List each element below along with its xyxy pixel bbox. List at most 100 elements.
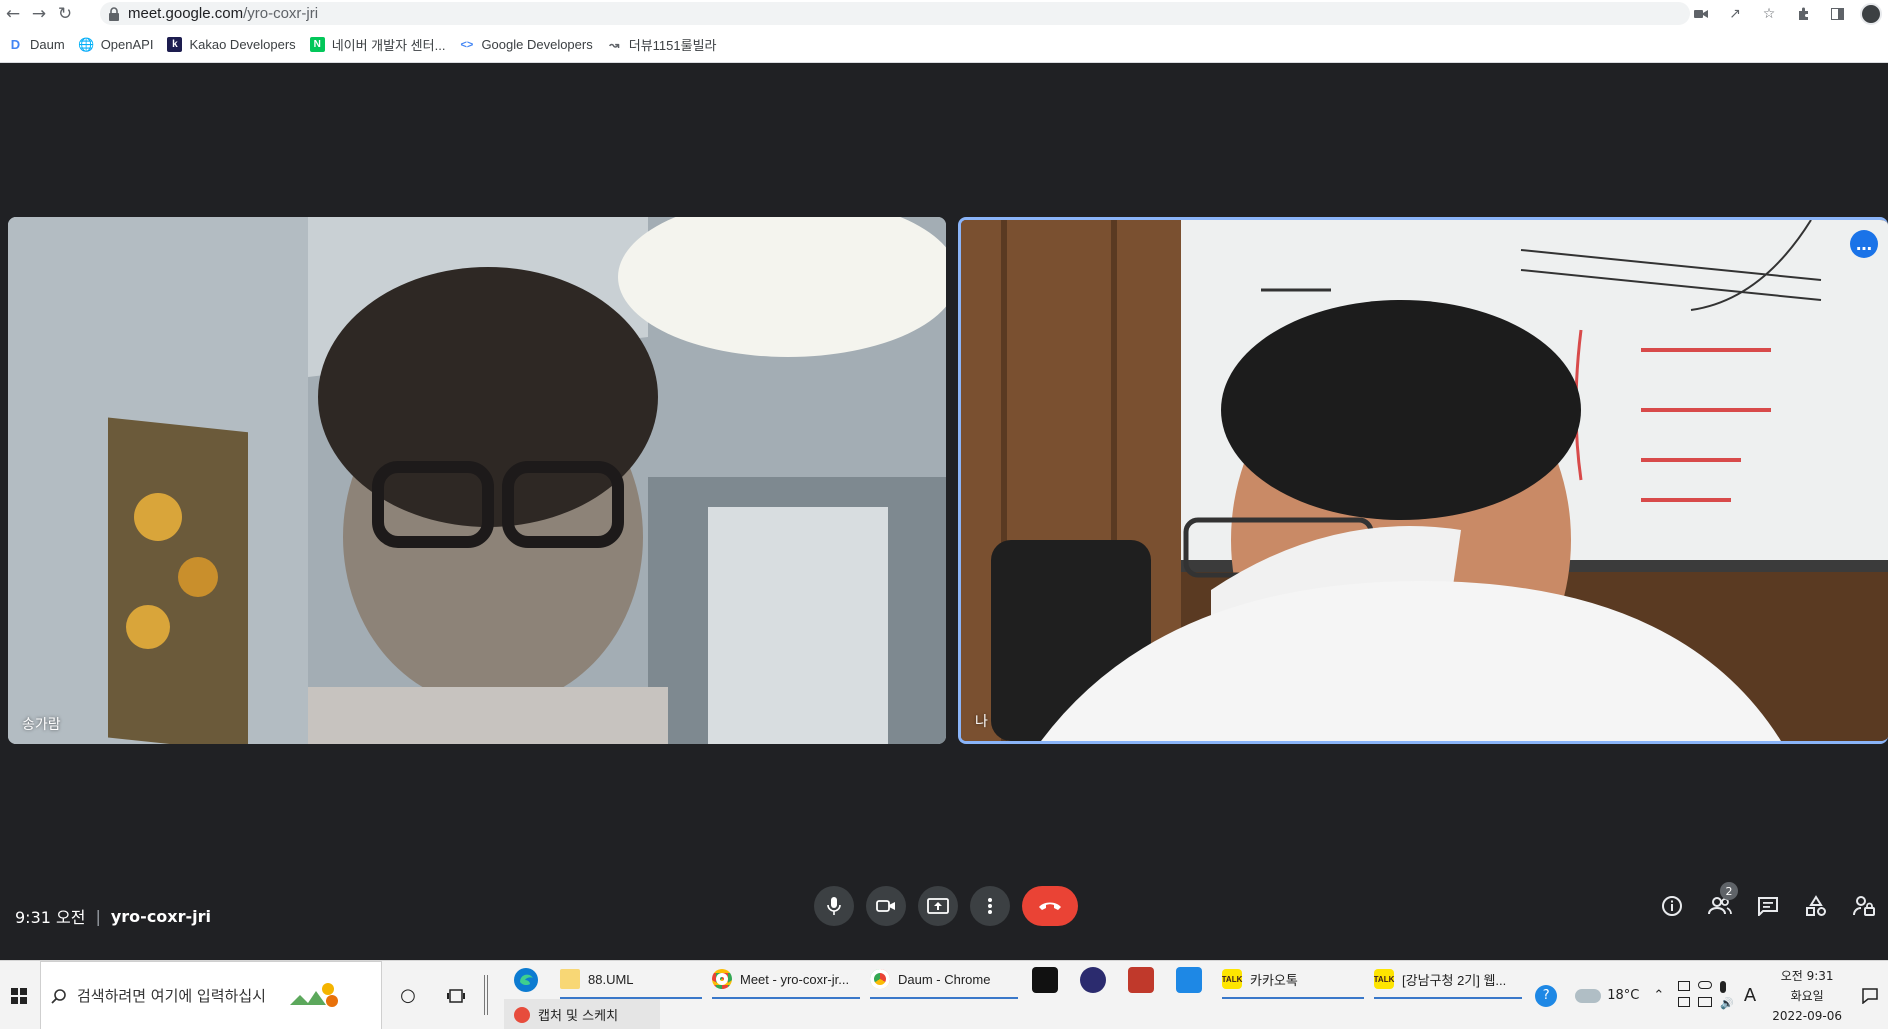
- globe-icon: 🌐: [78, 36, 95, 52]
- side-panel-icon[interactable]: [1820, 0, 1854, 27]
- system-tray: ? 18°C ⌃ 🔊 A 오전 9:31 화요일 2022-09-06: [1535, 961, 1888, 1029]
- eclipse-icon[interactable]: [1080, 967, 1106, 993]
- participant-video-feed: [8, 217, 946, 744]
- mic-tray-icon[interactable]: [1720, 981, 1727, 993]
- meeting-control-bar: 9:31 오전 | yro-coxr-jri 2: [0, 882, 1888, 962]
- activities-button[interactable]: [1792, 886, 1840, 926]
- google-dev-icon: <>: [460, 38, 474, 51]
- call-controls: [814, 886, 1078, 926]
- taskbar-divider: [484, 975, 488, 1015]
- cortana-icon[interactable]: ○: [390, 961, 426, 1029]
- bookmark-naver-developers[interactable]: N 네이버 개발자 센터...: [306, 32, 456, 58]
- book-app-icon[interactable]: [1128, 967, 1154, 993]
- kakaotalk-icon: TALK: [1222, 969, 1242, 989]
- self-video-feed: [961, 220, 1888, 741]
- side-controls: 2: [1648, 882, 1888, 926]
- meeting-details-button[interactable]: [1648, 886, 1696, 926]
- meet-stage: 송가람 … 나 9:31 오전 | yro-coxr-jri 2: [0, 64, 1888, 960]
- microphone-button[interactable]: [814, 886, 854, 926]
- kakao-k-icon: k: [167, 37, 183, 52]
- present-icon: [927, 898, 949, 914]
- clock-date: 2022-09-06: [1772, 1008, 1842, 1023]
- snip-sketch-icon: [514, 1006, 530, 1023]
- camera-button[interactable]: [866, 886, 906, 926]
- more-options-icon[interactable]: …: [1850, 230, 1878, 258]
- naver-icon: N: [309, 37, 325, 52]
- camera-indicator-icon[interactable]: [1684, 0, 1718, 27]
- start-button[interactable]: [0, 961, 38, 1029]
- kakaotalk-icon: TALK: [1374, 969, 1394, 989]
- chevron-up-icon[interactable]: ⌃: [1653, 988, 1664, 1003]
- cloud-icon[interactable]: [1698, 981, 1713, 989]
- lock-person-icon: [1853, 896, 1875, 916]
- leave-call-button[interactable]: [1022, 886, 1078, 926]
- camera-tray-icon[interactable]: [1678, 981, 1691, 991]
- help-icon[interactable]: ?: [1535, 984, 1558, 1007]
- browser-toolbar: ← → ↻ meet.google.com/yro-coxr-jri ↗ ☆: [0, 0, 1888, 27]
- present-screen-button[interactable]: [918, 886, 958, 926]
- share-icon[interactable]: ↗: [1718, 0, 1752, 27]
- tray-icons[interactable]: 🔊: [1678, 981, 1734, 1010]
- chat-icon: [1758, 897, 1778, 916]
- forward-icon[interactable]: →: [26, 0, 52, 27]
- edge-icon[interactable]: [508, 961, 544, 999]
- taskbar-item-meet[interactable]: Meet - yro-coxr-jr...: [712, 961, 860, 999]
- chrome-icon: [870, 969, 890, 989]
- more-vert-icon: [988, 898, 992, 914]
- lock-icon: [109, 6, 119, 21]
- participant-tile[interactable]: 송가람: [8, 217, 946, 744]
- weather-icon[interactable]: [1575, 988, 1602, 1003]
- camera-icon: [876, 900, 895, 912]
- reload-icon[interactable]: ↻: [52, 0, 78, 27]
- chat-button[interactable]: [1744, 886, 1792, 926]
- back-icon[interactable]: ←: [0, 0, 26, 27]
- bookmark-google-developers[interactable]: <> Google Developers: [455, 32, 602, 58]
- taskbar-search[interactable]: 검색하려면 여기에 입력하십시: [40, 961, 382, 1029]
- more-actions-button[interactable]: [970, 886, 1010, 926]
- taskbar-item-kakaotalk-group[interactable]: TALK [강남구청 2기] 웹...: [1374, 961, 1522, 999]
- self-tile[interactable]: … 나: [958, 217, 1888, 744]
- microphone-icon: [827, 897, 841, 915]
- folder-icon: [560, 969, 580, 989]
- taskbar-item-uml-folder[interactable]: 88.UML: [560, 961, 702, 999]
- notification-icon[interactable]: [1852, 987, 1888, 1004]
- chart-icon: ↝: [609, 37, 620, 52]
- profile-avatar[interactable]: [1854, 0, 1888, 27]
- taskbar-item-daum-chrome[interactable]: Daum - Chrome: [870, 961, 1018, 999]
- self-name: 나: [975, 714, 988, 730]
- weather-temp[interactable]: 18°C: [1607, 988, 1639, 1003]
- meeting-code: yro-coxr-jri: [110, 906, 211, 926]
- taskbar-subitem-snip-sketch[interactable]: 캡처 및 스케치: [504, 999, 660, 1029]
- task-view-icon[interactable]: [438, 961, 474, 1029]
- bookmark-openapi[interactable]: 🌐 OpenAPI: [75, 32, 164, 58]
- bookmark-kakao-developers[interactable]: k Kakao Developers: [163, 32, 305, 58]
- search-highlight-icon: [289, 982, 338, 1007]
- search-icon: [51, 988, 66, 1004]
- ime-indicator[interactable]: A: [1744, 985, 1756, 1006]
- host-controls-button[interactable]: [1840, 886, 1888, 926]
- bookmark-theview[interactable]: ↝ 더뷰1151룰빌라: [603, 32, 727, 58]
- terminal-icon[interactable]: [1032, 967, 1058, 993]
- taskbar-item-kakaotalk[interactable]: TALK 카카오톡: [1222, 961, 1364, 999]
- clock[interactable]: 오전 9:31 화요일 2022-09-06: [1772, 966, 1842, 1026]
- daum-icon: D: [10, 37, 21, 52]
- meeting-info: 9:31 오전 | yro-coxr-jri: [15, 904, 211, 928]
- address-bar[interactable]: meet.google.com/yro-coxr-jri: [100, 2, 1690, 25]
- phone-link-icon[interactable]: [1678, 997, 1691, 1007]
- chrome-icon: [712, 969, 732, 989]
- participant-name: 송가람: [22, 717, 61, 733]
- bookmarks-bar: D Daum 🌐 OpenAPI k Kakao Developers N 네이버 개발…: [0, 27, 1888, 63]
- star-icon[interactable]: ☆: [1752, 0, 1786, 27]
- hang-up-icon: [1039, 902, 1061, 910]
- windows-logo-icon: [11, 987, 27, 1004]
- clock-time: 오전 9:31: [1780, 968, 1834, 983]
- volume-icon[interactable]: 🔊: [1720, 997, 1734, 1010]
- url-text: meet.google.com/yro-coxr-jri: [128, 5, 319, 22]
- meeting-time: 9:31 오전: [15, 908, 86, 927]
- bookmark-daum[interactable]: D Daum: [4, 32, 75, 58]
- remote-desktop-icon[interactable]: [1176, 967, 1202, 993]
- network-icon[interactable]: [1698, 997, 1713, 1007]
- clock-day: 화요일: [1790, 988, 1824, 1003]
- extensions-icon[interactable]: [1786, 0, 1820, 27]
- participants-button[interactable]: 2: [1696, 882, 1744, 926]
